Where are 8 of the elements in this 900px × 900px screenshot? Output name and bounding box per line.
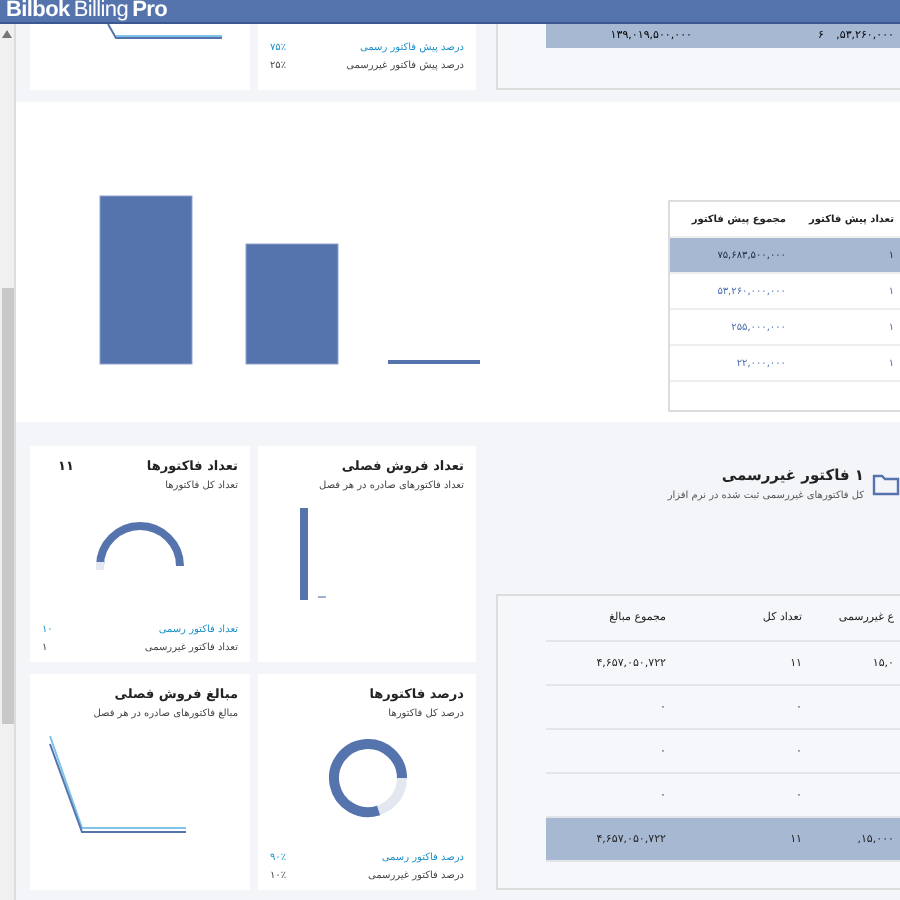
gauge-drawing [90,517,190,574]
scroll-up-icon[interactable] [2,30,12,38]
folder-icon [872,470,900,498]
scrollbar-thumb[interactable] [1,288,13,724]
donut-chart-drawing [323,734,411,823]
app-logo: Bilbok Billing Pro [6,0,169,22]
scrollbar[interactable] [0,24,16,900]
column-chart-drawing [300,508,328,600]
